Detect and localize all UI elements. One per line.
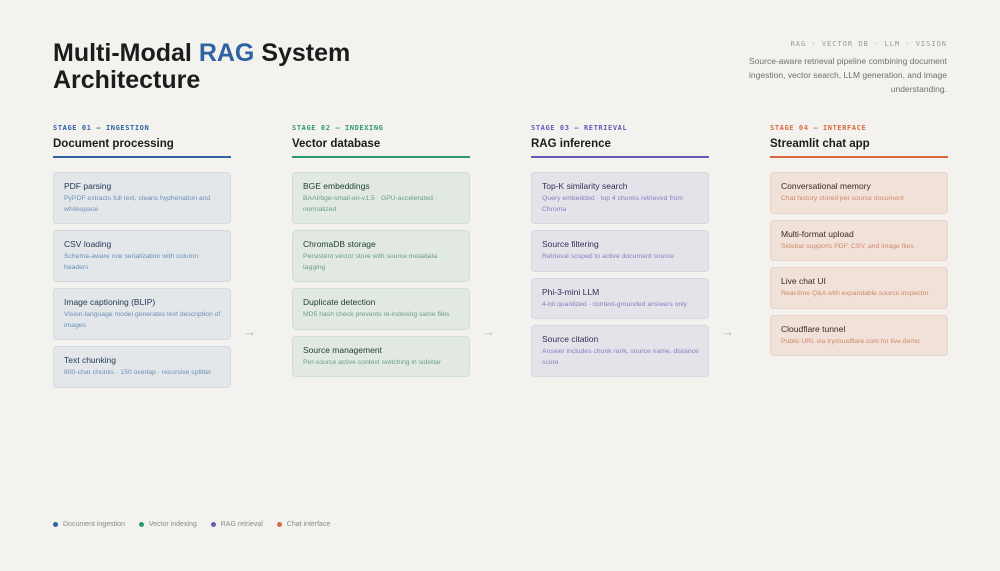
stage-label: STAGE 01 — INGESTION bbox=[53, 124, 150, 132]
stage-label: STAGE 04 — INTERFACE bbox=[770, 124, 867, 132]
component-card: Source citation Answer includes chunk ran… bbox=[531, 325, 709, 377]
legend: Document ingestion Vector indexing RAG ret… bbox=[53, 521, 330, 528]
card-description: Query embedded · top 4 chunks retrieved … bbox=[542, 195, 683, 213]
card-description: 800-char chunks · 150 overlap · recursiv… bbox=[64, 369, 212, 376]
card-title: Text chunking bbox=[64, 355, 116, 365]
card-description: BAAI/bge-small-en-v1.5 · GPU-accelerated… bbox=[303, 195, 438, 213]
component-card: Cloudflare tunnel Public URL via trycloud… bbox=[770, 314, 948, 356]
component-card: Conversational memory Chat history stored… bbox=[770, 172, 948, 214]
stage-title: Streamlit chat app bbox=[770, 138, 948, 158]
card-description: Retrieval scoped to active document sour… bbox=[542, 253, 674, 260]
component-card: Source management Per-source active conte… bbox=[292, 335, 470, 377]
stage-title: RAG inference bbox=[531, 138, 709, 158]
stage-cards: Conversational memory Chat history stored… bbox=[770, 172, 948, 356]
legend-label: Document ingestion bbox=[63, 521, 125, 528]
card-description: Public URL via trycloudflare.com for liv… bbox=[781, 337, 920, 345]
card-description: 4-bit quantized · context-grounded answe… bbox=[542, 300, 688, 308]
legend-label: Chat interface bbox=[286, 521, 331, 528]
tagline: RAG · VECTOR DB · LLM · VISION bbox=[790, 40, 947, 48]
card-description: Per-source active context switching in s… bbox=[303, 358, 441, 366]
card-title: Source citation bbox=[542, 334, 599, 344]
legend-item: Vector indexing bbox=[138, 521, 197, 528]
card-title: ChromaDB storage bbox=[303, 239, 376, 249]
component-card: Phi-3-mini LLM 4-bit quantized · context-… bbox=[531, 277, 709, 319]
component-card: PDF parsing PyPDF extracts full text, cle… bbox=[53, 172, 231, 224]
card-description: Answer includes chunk rank, source name,… bbox=[542, 348, 699, 366]
legend-item: RAG retrieval bbox=[210, 521, 263, 528]
stage-cards: BGE embeddings BAAI/bge-small-en-v1.5 · G… bbox=[292, 172, 470, 377]
card-description: Sidebar supports PDF, CSV, and image fil… bbox=[781, 242, 914, 250]
card-description: Chat history stored per source document bbox=[781, 195, 904, 202]
arrow-right-icon: → bbox=[243, 324, 256, 339]
card-description: Vision-language model generates text des… bbox=[64, 311, 221, 329]
stage-column-ingestion: STAGE 01 — INGESTION Document processing P… bbox=[53, 124, 231, 394]
card-description: MD5 hash check prevents re-indexing same… bbox=[303, 311, 450, 318]
legend-label: Vector indexing bbox=[148, 521, 197, 528]
page-title: Multi-Modal RAG System Architecture bbox=[53, 40, 453, 94]
legend-dot-icon bbox=[138, 522, 144, 527]
card-description: PyPDF extracts full text, cleans hyphena… bbox=[64, 195, 211, 213]
title-accent: RAG bbox=[198, 39, 255, 67]
stage-cards: PDF parsing PyPDF extracts full text, cle… bbox=[53, 172, 231, 388]
card-description: Persistent vector store with source meta… bbox=[303, 253, 438, 271]
legend-dot-icon bbox=[53, 522, 58, 527]
component-card: CSV loading Schema-aware row serializatio… bbox=[53, 230, 231, 282]
legend-dot-icon bbox=[276, 522, 282, 527]
card-title: Source management bbox=[303, 344, 382, 355]
component-card: Image captioning (BLIP) Vision-language m… bbox=[53, 288, 231, 340]
legend-item: Document ingestion bbox=[53, 521, 125, 528]
component-card: ChromaDB storage Persistent vector store … bbox=[292, 230, 470, 282]
component-card: Text chunking 800-char chunks · 150 overl… bbox=[53, 346, 231, 388]
legend-dot-icon bbox=[210, 522, 216, 527]
card-title: Phi-3-mini LLM bbox=[542, 286, 600, 297]
component-card: Source filtering Retrieval scoped to acti… bbox=[531, 230, 709, 272]
card-title: Cloudflare tunnel bbox=[781, 323, 846, 334]
stage-column-interface: STAGE 04 — INTERFACE Streamlit chat app Co… bbox=[770, 124, 948, 362]
arrow-right-icon: → bbox=[721, 324, 734, 339]
card-title: Live chat UI bbox=[781, 276, 826, 286]
component-card: Duplicate detection MD5 hash check preven… bbox=[292, 288, 470, 330]
legend-item: Chat interface bbox=[276, 521, 331, 528]
card-title: BGE embeddings bbox=[303, 181, 370, 191]
card-title: Image captioning (BLIP) bbox=[64, 297, 156, 307]
stage-column-retrieval: STAGE 03 — RETRIEVAL RAG inference Top-K s… bbox=[531, 124, 709, 383]
component-card: Live chat UI Real-time Q&A with expandabl… bbox=[770, 267, 948, 309]
arrow-right-icon: → bbox=[482, 324, 495, 339]
card-title: CSV loading bbox=[64, 239, 112, 249]
stage-title: Document processing bbox=[53, 138, 231, 158]
legend-label: RAG retrieval bbox=[220, 521, 263, 528]
card-title: Duplicate detection bbox=[303, 297, 376, 307]
card-title: PDF parsing bbox=[64, 181, 112, 191]
component-card: Top-K similarity search Query embedded · … bbox=[531, 172, 709, 224]
card-description: Schema-aware row serialization with colu… bbox=[64, 253, 199, 271]
card-title: Multi-format upload bbox=[781, 228, 854, 239]
component-card: Multi-format upload Sidebar supports PDF,… bbox=[770, 219, 948, 261]
stage-column-indexing: STAGE 02 — INDEXING Vector database BGE em… bbox=[292, 124, 470, 383]
stage-label: STAGE 03 — RETRIEVAL bbox=[531, 124, 628, 132]
card-description: Real-time Q&A with expandable source ins… bbox=[781, 290, 929, 297]
component-card: BGE embeddings BAAI/bge-small-en-v1.5 · G… bbox=[292, 172, 470, 224]
card-title: Source filtering bbox=[542, 239, 599, 249]
stage-title: Vector database bbox=[292, 138, 470, 158]
title-part-1: Multi-Modal bbox=[53, 39, 199, 67]
stage-cards: Top-K similarity search Query embedded · … bbox=[531, 172, 709, 377]
card-title: Top-K similarity search bbox=[542, 181, 628, 191]
card-title: Conversational memory bbox=[781, 181, 871, 191]
header-description: Source-aware retrieval pipeline combinin… bbox=[749, 56, 947, 94]
stage-label: STAGE 02 — INDEXING bbox=[292, 124, 384, 132]
